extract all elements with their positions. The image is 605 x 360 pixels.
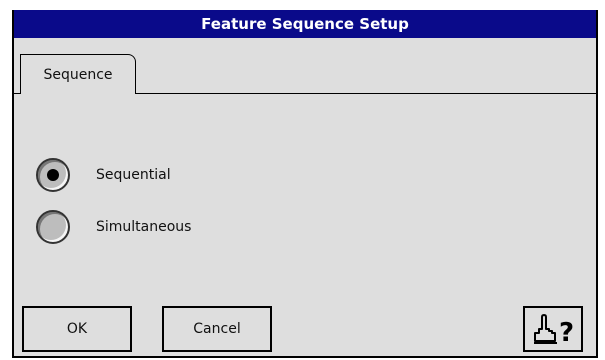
dialog-title: Feature Sequence Setup	[14, 10, 596, 38]
radio-sequential-label: Sequential	[96, 167, 171, 183]
radio-button-selected[interactable]	[36, 158, 70, 192]
feature-sequence-dialog: Feature Sequence Setup Sequence Sequenti…	[12, 10, 598, 358]
help-button[interactable]: ?	[523, 306, 583, 352]
tab-sequence[interactable]: Sequence	[20, 54, 136, 94]
radio-simultaneous-label: Simultaneous	[96, 219, 192, 235]
hand-question-icon: ?	[534, 314, 574, 347]
radio-button[interactable]	[36, 210, 70, 244]
cancel-button[interactable]: Cancel	[162, 306, 272, 352]
radio-sequential[interactable]: Sequential	[36, 158, 171, 192]
radio-simultaneous[interactable]: Simultaneous	[36, 210, 191, 244]
tab-row: Sequence	[14, 38, 596, 106]
radio-dot	[47, 169, 59, 181]
tab-divider	[136, 93, 596, 94]
question-mark: ?	[559, 318, 574, 347]
ok-button[interactable]: OK	[22, 306, 132, 352]
